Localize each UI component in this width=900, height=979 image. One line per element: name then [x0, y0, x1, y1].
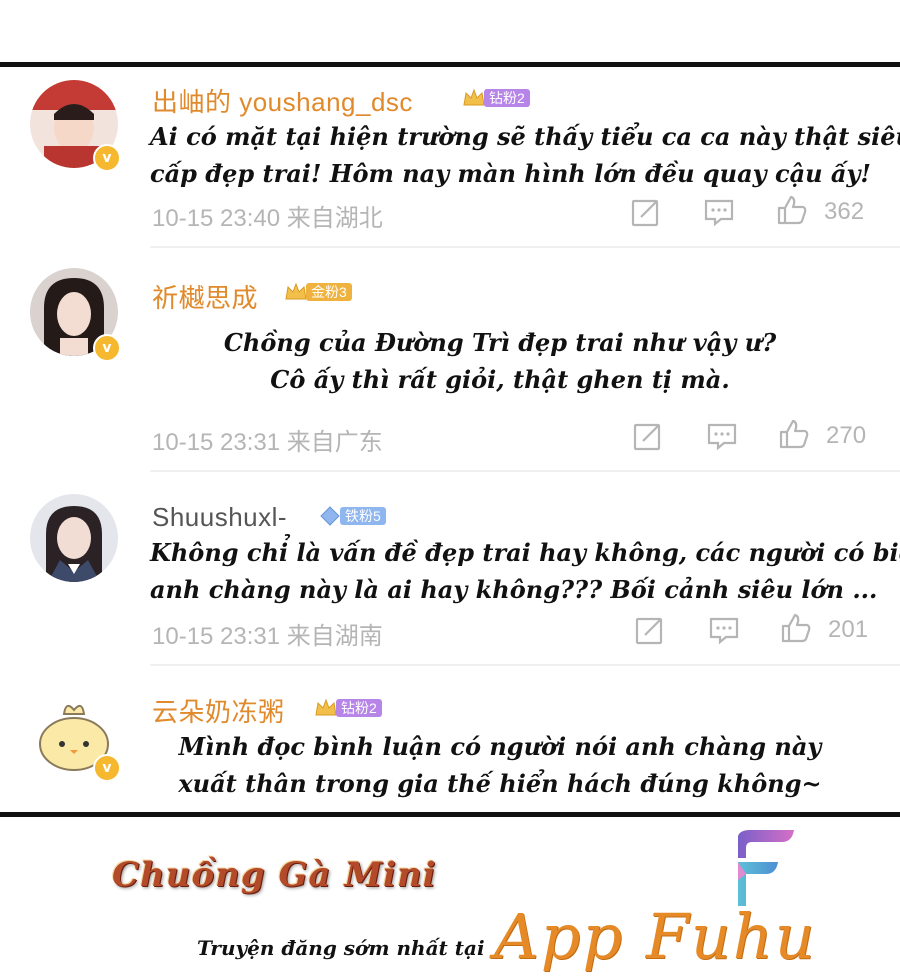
comment-time: 10-15 23:40 来自湖北: [152, 205, 383, 232]
repost-icon[interactable]: [630, 196, 662, 228]
group-logo-text: Chuồng Gà Mini: [112, 855, 437, 895]
like-icon[interactable]: [778, 418, 810, 450]
fan-badge-label: 铁粉5: [340, 507, 386, 525]
comment-icon[interactable]: [706, 420, 738, 452]
like-count: 201: [828, 616, 869, 643]
footer-tagline: Truyện đăng sớm nhất tại: [197, 936, 485, 960]
bottom-divider: [0, 812, 900, 817]
comment-text-line: xuất thân trong gia thế hiển hách đúng k…: [178, 769, 822, 798]
fan-badge-label: 钻粉2: [484, 89, 530, 107]
comment-text-line: anh chàng này là ai hay không??? Bối cản…: [150, 575, 878, 604]
comment-text-line: Cô ấy thì rất giỏi, thật ghen tị mà.: [270, 365, 730, 394]
fan-badge[interactable]: 铁粉5: [318, 505, 386, 527]
comment-icon[interactable]: [703, 196, 735, 228]
top-band: [0, 0, 900, 62]
comment-text: Mình đọc bình luận có người nói anh chàn…: [150, 728, 850, 802]
like-icon[interactable]: [780, 612, 812, 644]
crown-icon: [285, 282, 307, 300]
comment-text-line: Ai có mặt tại hiện trường sẽ thấy tiểu c…: [150, 122, 900, 151]
comment-text: Ai có mặt tại hiện trường sẽ thấy tiểu c…: [150, 118, 900, 192]
comment-time: 10-15 23:31 来自湖南: [152, 623, 383, 650]
username[interactable]: Shuushuxl-: [152, 502, 287, 533]
username[interactable]: 云朵奶冻粥: [152, 692, 285, 729]
top-divider: [0, 62, 900, 67]
comment-divider: [150, 470, 900, 472]
comment-divider: [150, 664, 900, 666]
comment-text-line: Không chỉ là vấn đề đẹp trai hay không, …: [150, 538, 900, 567]
crown-icon: [463, 88, 485, 106]
fan-badge[interactable]: 钻粉2: [314, 697, 382, 719]
verified-badge-icon: v: [93, 144, 121, 172]
username[interactable]: 祈樾思成: [152, 278, 258, 315]
username[interactable]: 出岫的 youshang_dsc: [152, 82, 413, 119]
comment-text: Chồng của Đường Trì đẹp trai như vậy ư? …: [150, 324, 850, 398]
comment-divider: [150, 246, 900, 248]
fan-badge-label: 钻粉2: [336, 699, 382, 717]
comment-text-line: Mình đọc bình luận có người nói anh chàn…: [178, 732, 822, 761]
verified-badge-icon: v: [93, 754, 121, 782]
crown-icon: [320, 506, 340, 526]
comment-time: 10-15 23:31 来自广东: [152, 429, 383, 456]
app-name-logo: App Fuhu: [494, 900, 817, 973]
repost-icon[interactable]: [634, 614, 666, 646]
comment-icon[interactable]: [708, 614, 740, 646]
app-f-logo-icon: [738, 830, 794, 906]
like-count: 362: [824, 198, 865, 225]
repost-icon[interactable]: [632, 420, 664, 452]
comment-text: Không chỉ là vấn đề đẹp trai hay không, …: [150, 534, 900, 608]
verified-badge-icon: v: [93, 334, 121, 362]
comment-text-line: Chồng của Đường Trì đẹp trai như vậy ư?: [223, 328, 777, 357]
fan-badge[interactable]: 钻粉2: [462, 87, 530, 109]
crown-icon: [315, 698, 337, 716]
like-icon[interactable]: [776, 194, 808, 226]
fan-badge[interactable]: 金粉3: [284, 281, 352, 303]
like-count: 270: [826, 422, 867, 449]
comment-text-line: cấp đẹp trai! Hôm nay màn hình lớn đều q…: [150, 159, 871, 188]
fan-badge-label: 金粉3: [306, 283, 352, 301]
avatar[interactable]: [30, 494, 118, 582]
